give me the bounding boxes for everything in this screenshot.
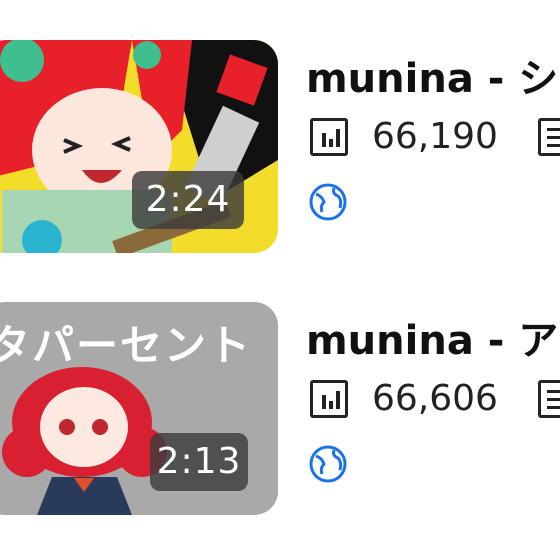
view-count: 66,606 <box>372 378 498 419</box>
video-title[interactable]: munina - ア <box>306 308 558 366</box>
video-thumbnail[interactable]: 2:24 <box>0 40 278 253</box>
video-duration: 2:13 <box>150 433 248 491</box>
globe-icon <box>309 445 347 483</box>
video-list-item[interactable]: タパーセント 2:13 munina - ア 66,606 <box>0 302 560 517</box>
video-stats: 66,606 <box>310 376 560 428</box>
list-icon <box>538 380 560 418</box>
view-count: 66,190 <box>372 116 498 157</box>
thumbnail-text: タパーセント <box>0 321 253 370</box>
bar-chart-icon <box>310 118 348 156</box>
video-duration: 2:24 <box>132 171 244 229</box>
list-icon <box>538 118 560 156</box>
video-list-item[interactable]: 2:24 munina - シ 66,190 <box>0 40 560 255</box>
video-title[interactable]: munina - シ <box>306 46 558 104</box>
bar-chart-icon <box>310 380 348 418</box>
globe-icon <box>309 183 347 221</box>
video-stats: 66,190 <box>310 114 560 166</box>
video-thumbnail[interactable]: タパーセント 2:13 <box>0 302 278 515</box>
